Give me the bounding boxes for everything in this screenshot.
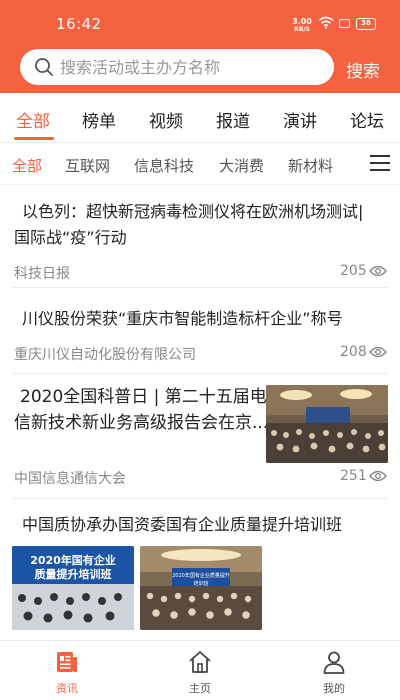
- item-thumbnail: [266, 385, 388, 463]
- category-all[interactable]: 全部: [12, 155, 42, 176]
- nav-label-profile: 我的: [323, 682, 345, 695]
- network-speed: 3.00 KB/S: [291, 17, 313, 33]
- nav-item-news[interactable]: 资讯: [27, 641, 107, 700]
- list-item[interactable]: 川仪股份荣获“重庆市智能制造标杆企业”称号 重庆川仪自动化股份有限公司 208: [0, 288, 400, 374]
- item-source: 中国信息通信大会: [14, 471, 126, 487]
- notification-icon: [339, 19, 350, 28]
- category-new-materials[interactable]: 新材料: [288, 155, 333, 176]
- category-internet[interactable]: 互联网: [65, 155, 110, 176]
- menu-icon[interactable]: [370, 155, 390, 171]
- nav-item-profile[interactable]: 我的: [294, 641, 374, 700]
- status-time: 16:42: [56, 15, 102, 33]
- news-feed: 以色列：超快新冠病毒检测仪将在欧洲机场测试| 国际战“疫”行动 科技日报 205…: [0, 186, 400, 640]
- main-tab-bar: 全部 榜单 视频 报道 演讲 论坛: [0, 93, 400, 143]
- image-caption-line2: 质量提升培训班: [34, 568, 112, 581]
- item-image: 2020年国有企业 质量提升培训班: [12, 546, 134, 630]
- view-count: 251: [340, 468, 367, 484]
- item-title-line2: 国际战“疫”行动: [14, 228, 127, 247]
- network-speed-value: 3.00: [292, 17, 312, 26]
- item-source: 科技日报: [14, 266, 70, 282]
- eye-icon: [369, 470, 387, 482]
- search-icon: [35, 58, 53, 76]
- list-item[interactable]: 2020全国科普日 | 第二十五届电 信新技术新业务高级报告会在京... 中国信…: [0, 374, 400, 499]
- tab-reports[interactable]: 报道: [216, 107, 250, 132]
- category-consumer[interactable]: 大消费: [219, 155, 264, 176]
- list-item[interactable]: 中国质协承办国资委国有企业质量提升培训班 2020年国有企业 质量提升培训班 2…: [0, 499, 400, 640]
- eye-icon: [369, 265, 387, 277]
- nav-item-home[interactable]: 主页: [160, 641, 240, 700]
- network-speed-unit: KB/S: [294, 26, 310, 33]
- bottom-nav: 资讯 主页 我的: [0, 640, 400, 700]
- item-title-line2: 信新技术新业务高级报告会在京...: [14, 413, 269, 433]
- nav-label-home: 主页: [189, 682, 211, 695]
- home-icon: [189, 651, 211, 673]
- user-icon: [323, 651, 345, 674]
- search-button[interactable]: 搜索: [346, 57, 380, 82]
- header-bar: 16:42 3.00 KB/S 38 搜索: [0, 0, 400, 93]
- view-count: 208: [340, 344, 367, 360]
- nav-label-news: 资讯: [56, 682, 78, 695]
- tab-all[interactable]: 全部: [16, 107, 50, 132]
- image-caption: 2020年国有企业质量提升培训班: [172, 573, 230, 587]
- search-input[interactable]: [60, 54, 320, 80]
- battery-icon: 38: [356, 18, 376, 30]
- item-title: 以色列：超快新冠病毒检测仪将在欧洲机场测试|: [22, 202, 364, 221]
- app-screen: 16:42 3.00 KB/S 38 搜索 全部 榜单: [0, 0, 400, 700]
- item-title: 川仪股份荣获“重庆市智能制造标杆企业”称号: [22, 309, 343, 328]
- item-image-graphic: [140, 546, 262, 630]
- news-icon: [57, 652, 77, 672]
- item-source: 重庆川仪自动化股份有限公司: [14, 347, 196, 363]
- category-strip: 全部 互联网 信息科技 大消费 新材料: [0, 143, 400, 185]
- wifi-icon: [318, 16, 334, 29]
- active-tab-indicator: [14, 137, 54, 140]
- tab-videos[interactable]: 视频: [149, 107, 183, 132]
- list-item[interactable]: 以色列：超快新冠病毒检测仪将在欧洲机场测试| 国际战“疫”行动 科技日报 205: [0, 186, 400, 288]
- status-bar: 16:42 3.00 KB/S 38: [0, 0, 400, 44]
- tab-speeches[interactable]: 演讲: [283, 107, 317, 132]
- category-info-tech[interactable]: 信息科技: [134, 155, 194, 176]
- tab-rankings[interactable]: 榜单: [82, 107, 116, 132]
- eye-icon: [369, 346, 387, 358]
- item-title: 中国质协承办国资委国有企业质量提升培训班: [22, 515, 343, 534]
- search-box[interactable]: [20, 49, 334, 85]
- item-image: 2020年国有企业质量提升培训班: [140, 546, 262, 630]
- item-title: 2020全国科普日 | 第二十五届电: [20, 387, 267, 407]
- tab-forums[interactable]: 论坛: [350, 107, 384, 132]
- view-count: 205: [340, 263, 367, 279]
